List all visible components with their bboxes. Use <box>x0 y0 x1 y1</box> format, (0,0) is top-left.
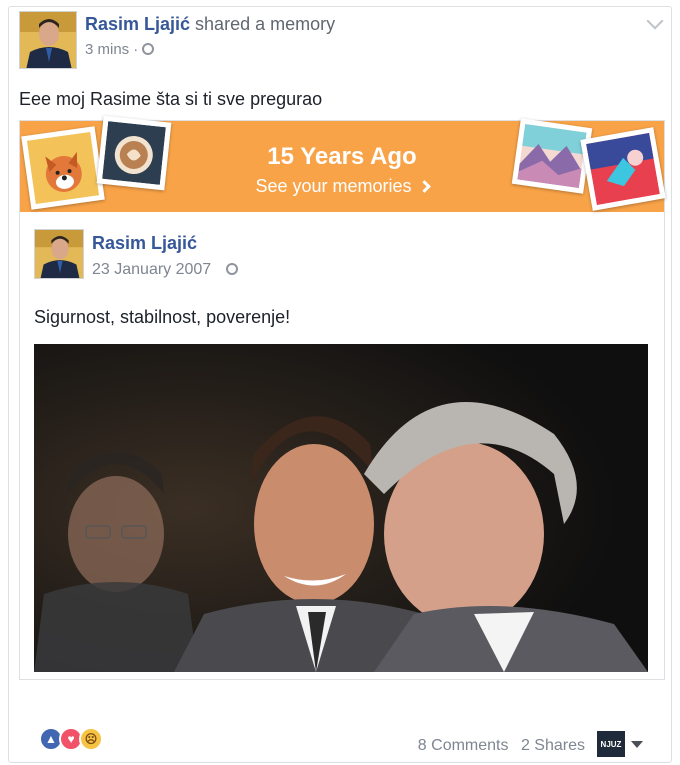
chevron-down-icon[interactable] <box>646 12 664 30</box>
reactions-summary[interactable]: ▲ ♥ ☹ <box>39 727 103 751</box>
original-post-text: Sigurnost, stabilnost, poverenje! <box>34 307 291 327</box>
sad-icon: ☹ <box>79 727 103 751</box>
post-text: Eee moj Rasime šta si ti sve pregurao <box>19 89 323 109</box>
globe-icon[interactable] <box>225 263 238 275</box>
globe-icon[interactable] <box>142 43 155 55</box>
see-memories-label: See your memories <box>255 176 412 196</box>
meta-separator: · <box>133 41 139 58</box>
original-post-meta: 23 January 2007 <box>92 261 238 279</box>
author-name[interactable]: Rasim Ljajić <box>85 14 190 34</box>
chevron-right-icon <box>417 180 431 193</box>
landscape-sticker-icon <box>511 118 593 194</box>
author-avatar[interactable] <box>19 11 77 69</box>
post-timestamp[interactable]: 3 mins <box>85 41 129 58</box>
post-header: Rasim Ljajić shared a memory <box>85 14 335 35</box>
original-author-avatar[interactable] <box>34 229 84 279</box>
post-card: Rasim Ljajić shared a memory 3 mins · Eee… <box>8 6 672 763</box>
memory-card: 15 Years Ago See your memories Rasim Lja… <box>19 115 666 680</box>
memory-banner[interactable]: 15 Years Ago See your memories <box>20 115 666 212</box>
engagement-counts: 8 Comments 2 Shares <box>410 737 585 755</box>
caret-down-icon[interactable] <box>631 741 643 748</box>
page-avatar[interactable]: NJUZ <box>597 731 625 757</box>
post-action: shared a memory <box>190 14 336 34</box>
original-author-name[interactable]: Rasim Ljajić <box>92 233 197 254</box>
post-footer: ▲ ♥ ☹ 8 Comments 2 Shares NJUZ <box>9 727 673 763</box>
original-post-date[interactable]: 23 January 2007 <box>92 261 211 278</box>
comments-count[interactable]: 8 Comments <box>418 737 509 754</box>
post-meta: 3 mins · <box>85 41 155 58</box>
post-photo[interactable] <box>34 344 648 672</box>
shares-count[interactable]: 2 Shares <box>521 737 585 754</box>
bird-sticker-icon <box>580 127 666 211</box>
